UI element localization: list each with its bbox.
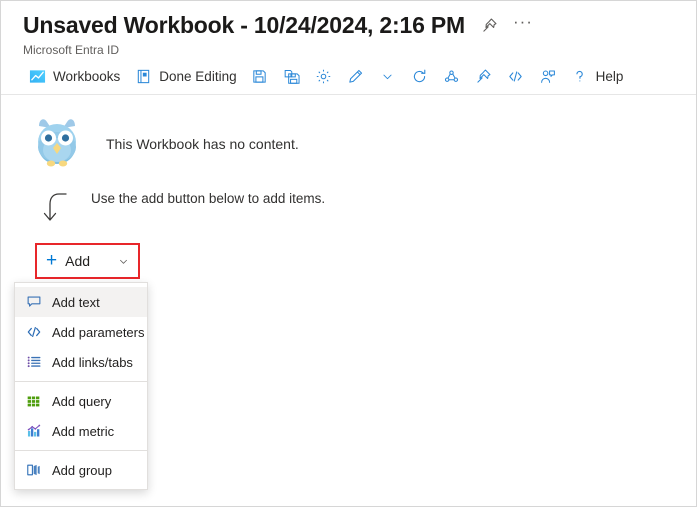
menu-divider-1 bbox=[15, 381, 147, 382]
toolbar-item-share[interactable] bbox=[436, 61, 468, 93]
menu-label-add-metric: Add metric bbox=[52, 423, 115, 439]
bar-chart-metric-icon bbox=[25, 423, 42, 440]
code-brackets-icon bbox=[25, 324, 42, 341]
menu-label-add-text: Add text bbox=[52, 294, 100, 310]
toolbar-item-code[interactable] bbox=[500, 61, 532, 93]
pencil-icon bbox=[347, 68, 365, 86]
toolbar: Workbooks Done Editing Help bbox=[1, 59, 696, 95]
menu-item-add-text[interactable]: Add text bbox=[15, 287, 147, 317]
title-actions: ··· bbox=[479, 13, 533, 36]
toolbar-item-assign[interactable] bbox=[532, 61, 564, 93]
menu-label-add-query: Add query bbox=[52, 393, 112, 409]
toolbar-item-workbooks[interactable]: Workbooks bbox=[21, 61, 127, 93]
refresh-icon bbox=[411, 68, 429, 86]
menu-label-add-group: Add group bbox=[52, 462, 112, 478]
menu-item-add-query[interactable]: Add query bbox=[15, 386, 147, 416]
menu-item-add-links-tabs[interactable]: Add links/tabs bbox=[15, 347, 147, 377]
code-icon bbox=[507, 68, 525, 86]
toolbar-label-help: Help bbox=[595, 69, 624, 84]
pin-icon[interactable] bbox=[479, 14, 501, 36]
more-options-button[interactable]: ··· bbox=[513, 13, 533, 33]
add-button-highlight: + Add bbox=[35, 243, 140, 279]
owl-icon bbox=[31, 116, 83, 172]
page-subtitle: Microsoft Entra ID bbox=[23, 43, 120, 57]
menu-label-add-parameters: Add parameters bbox=[52, 324, 145, 340]
plus-icon: + bbox=[46, 250, 58, 271]
menu-item-add-metric[interactable]: Add metric bbox=[15, 416, 147, 446]
empty-state-row: This Workbook has no content. bbox=[31, 113, 696, 175]
add-button-wrapper: + Add bbox=[35, 243, 140, 279]
toolbar-item-save-as[interactable] bbox=[276, 61, 308, 93]
add-button[interactable]: + Add bbox=[38, 246, 137, 276]
add-user-icon bbox=[539, 68, 557, 86]
group-panels-icon bbox=[25, 462, 42, 479]
question-icon bbox=[571, 68, 589, 86]
menu-divider-2 bbox=[15, 450, 147, 451]
share-icon bbox=[443, 68, 461, 86]
add-button-label: Add bbox=[65, 253, 91, 269]
save-as-icon bbox=[283, 68, 301, 86]
list-links-icon bbox=[25, 354, 42, 371]
toolbar-item-save[interactable] bbox=[244, 61, 276, 93]
menu-label-add-links-tabs: Add links/tabs bbox=[52, 354, 133, 370]
done-editing-icon bbox=[134, 68, 152, 86]
menu-item-add-group[interactable]: Add group bbox=[15, 455, 147, 485]
menu-item-add-parameters[interactable]: Add parameters bbox=[15, 317, 147, 347]
toolbar-item-help[interactable]: Help bbox=[564, 61, 631, 93]
toolbar-item-settings[interactable] bbox=[308, 61, 340, 93]
curved-arrow-down-icon bbox=[35, 189, 75, 227]
save-icon bbox=[251, 68, 269, 86]
main-content: This Workbook has no content. Use the ad… bbox=[1, 95, 696, 279]
gear-icon bbox=[315, 68, 333, 86]
grid-query-icon bbox=[25, 393, 42, 410]
toolbar-item-done-editing[interactable]: Done Editing bbox=[127, 61, 243, 93]
hint-message: Use the add button below to add items. bbox=[91, 191, 326, 206]
toolbar-item-pin[interactable] bbox=[468, 61, 500, 93]
toolbar-item-edit[interactable] bbox=[340, 61, 372, 93]
workbook-page: Unsaved Workbook - 10/24/2024, 2:16 PM ·… bbox=[0, 0, 697, 507]
workbooks-chart-icon bbox=[28, 68, 46, 86]
title-row: Unsaved Workbook - 10/24/2024, 2:16 PM ·… bbox=[23, 11, 696, 39]
toolbar-item-edit-menu[interactable] bbox=[372, 61, 404, 93]
page-title: Unsaved Workbook - 10/24/2024, 2:16 PM bbox=[23, 12, 465, 38]
page-header: Unsaved Workbook - 10/24/2024, 2:16 PM ·… bbox=[1, 1, 696, 59]
chevron-down-icon bbox=[118, 256, 129, 267]
add-dropdown-menu: Add text Add parameters Add links/tabs A… bbox=[14, 282, 148, 490]
empty-state-message: This Workbook has no content. bbox=[106, 136, 299, 152]
chevron-down-icon bbox=[379, 68, 397, 86]
toolbar-item-refresh[interactable] bbox=[404, 61, 436, 93]
toolbar-label-workbooks: Workbooks bbox=[53, 69, 121, 84]
text-comment-icon bbox=[25, 294, 42, 311]
hint-row: Use the add button below to add items. bbox=[31, 189, 696, 231]
pin-icon bbox=[475, 68, 493, 86]
toolbar-label-done-editing: Done Editing bbox=[159, 69, 237, 84]
